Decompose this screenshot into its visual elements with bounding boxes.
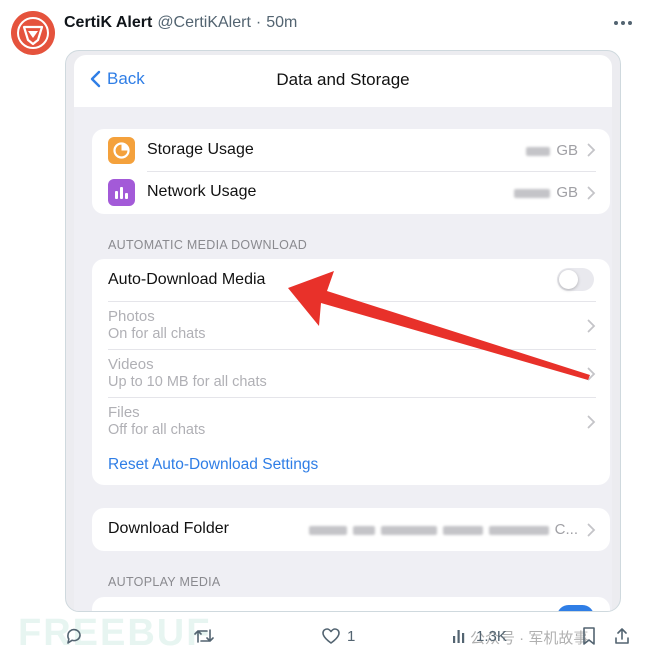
storage-usage-row[interactable]: Storage Usage GB — [92, 129, 610, 171]
pie-chart-icon — [108, 137, 135, 164]
redacted-value — [526, 146, 551, 156]
author-name[interactable]: CertiK Alert — [64, 14, 152, 32]
download-folder-value: C... — [308, 521, 578, 538]
photos-title: Photos — [108, 308, 155, 325]
section-header-autoplay: AUTOPLAY MEDIA — [108, 575, 221, 589]
files-title: Files — [108, 404, 140, 421]
media-attachment[interactable]: Back Data and Storage Storage Usage GB N… — [65, 50, 621, 612]
autoplay-group — [92, 597, 610, 611]
toggle-knob — [559, 270, 578, 289]
chevron-right-icon — [587, 415, 596, 429]
videos-row[interactable]: Videos Up to 10 MB for all chats — [92, 350, 610, 397]
videos-subtitle: Up to 10 MB for all chats — [108, 374, 267, 390]
meta-separator: · — [255, 14, 262, 31]
redacted-path — [442, 525, 483, 535]
chevron-right-icon — [587, 186, 596, 200]
network-usage-unit: GB — [556, 184, 578, 201]
redacted-path — [380, 525, 437, 535]
like-button[interactable]: 1 — [321, 626, 355, 646]
photos-subtitle: On for all chats — [108, 326, 206, 342]
download-folder-path-tail: C... — [554, 521, 578, 538]
share-button[interactable] — [613, 626, 631, 646]
tweet-action-bar: 1 1.3K — [0, 622, 651, 654]
storage-usage-unit: GB — [556, 142, 578, 159]
auto-download-group: Auto-Download Media Photos On for all ch… — [92, 259, 610, 485]
files-row[interactable]: Files Off for all chats — [92, 398, 610, 445]
page-title: Data and Storage — [276, 70, 410, 89]
share-icon — [615, 628, 629, 644]
bar-chart-icon — [108, 179, 135, 206]
download-folder-label: Download Folder — [108, 520, 229, 537]
chevron-right-icon — [587, 319, 596, 333]
retweet-icon — [194, 629, 214, 643]
analytics-icon — [453, 630, 465, 643]
more-options-icon[interactable] — [612, 14, 634, 32]
reply-button[interactable] — [64, 626, 84, 646]
tweet-header: CertiK Alert @CertiKAlert · 50m — [64, 12, 297, 34]
author-handle[interactable]: @CertiKAlert — [157, 14, 251, 32]
redacted-path — [352, 525, 375, 535]
bookmark-button[interactable] — [580, 626, 598, 646]
reset-auto-download-link[interactable]: Reset Auto-Download Settings — [108, 456, 318, 474]
redacted-value — [514, 188, 551, 198]
redacted-path — [488, 525, 549, 535]
retweet-button[interactable] — [193, 626, 215, 646]
redacted-path — [308, 525, 347, 535]
auto-download-label: Auto-Download Media — [108, 271, 266, 288]
heart-icon — [322, 628, 340, 644]
tweet-time[interactable]: 50m — [266, 14, 297, 32]
files-subtitle: Off for all chats — [108, 422, 206, 438]
avatar[interactable] — [11, 11, 55, 55]
download-folder-row[interactable]: Download Folder C... — [92, 508, 610, 551]
certik-logo-icon — [11, 11, 55, 55]
section-header-auto-download: AUTOMATIC MEDIA DOWNLOAD — [108, 238, 308, 252]
nav-bar: Back Data and Storage — [74, 55, 612, 107]
autoplay-toggle[interactable] — [557, 605, 594, 611]
storage-usage-label: Storage Usage — [147, 141, 254, 158]
views-button[interactable]: 1.3K — [450, 626, 507, 646]
photos-row[interactable]: Photos On for all chats — [92, 302, 610, 349]
chevron-right-icon — [587, 523, 596, 537]
download-folder-group: Download Folder C... — [92, 508, 610, 551]
auto-download-row[interactable]: Auto-Download Media — [92, 259, 610, 301]
network-usage-value: GB — [514, 184, 578, 201]
storage-usage-value: GB — [526, 142, 578, 159]
like-count: 1 — [347, 627, 356, 645]
bookmark-icon — [583, 627, 595, 645]
usage-group: Storage Usage GB Network Usage GB — [92, 129, 610, 214]
network-usage-row[interactable]: Network Usage GB — [92, 172, 610, 214]
auto-download-toggle[interactable] — [557, 268, 594, 291]
videos-title: Videos — [108, 356, 154, 373]
chevron-right-icon — [587, 143, 596, 157]
network-usage-label: Network Usage — [147, 183, 257, 200]
reply-icon — [67, 628, 81, 644]
view-count: 1.3K — [476, 627, 507, 645]
chevron-right-icon — [587, 367, 596, 381]
